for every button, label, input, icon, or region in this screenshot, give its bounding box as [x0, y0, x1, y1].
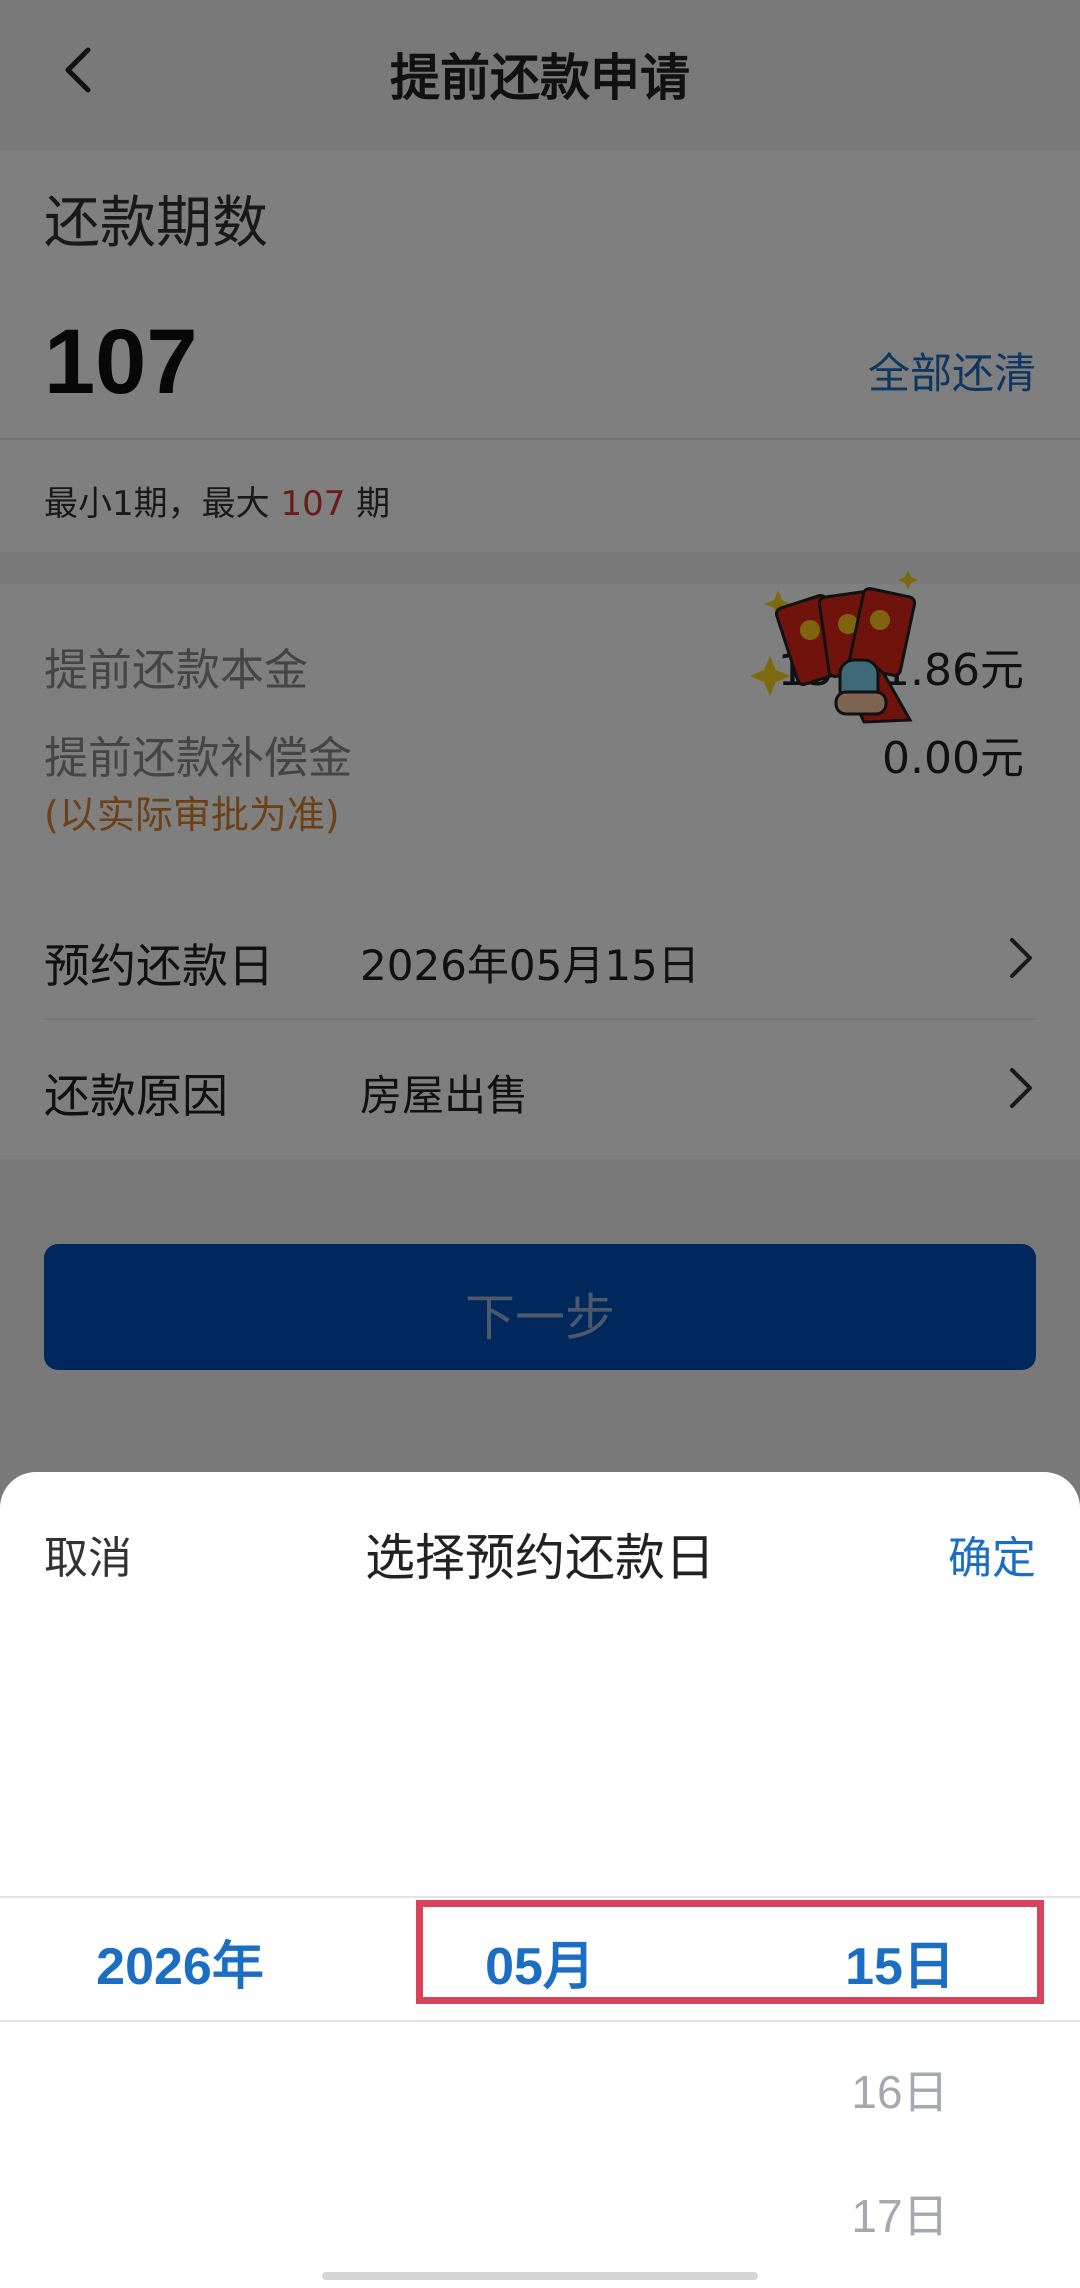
selection-highlight-box [416, 1900, 1044, 2004]
confirm-button[interactable]: 确定 [948, 1522, 1036, 1586]
home-indicator[interactable] [322, 2272, 758, 2280]
picker-divider [0, 2020, 1080, 2022]
date-picker-sheet: 取消 选择预约还款日 确定 2026年 05月 15日 16日 17日 [0, 1472, 1080, 2288]
picker-day-option[interactable]: 16日 [760, 2056, 1040, 2122]
sheet-title: 选择预约还款日 [365, 1529, 715, 1587]
picker-divider [0, 1896, 1080, 1898]
page: 提前还款申请 还款期数 107 全部还清 最小1期，最大 107 期 提前还款本… [0, 0, 1080, 2288]
picker-year-selected[interactable]: 2026年 [40, 1924, 320, 1999]
picker-day-option[interactable]: 17日 [760, 2180, 1040, 2246]
